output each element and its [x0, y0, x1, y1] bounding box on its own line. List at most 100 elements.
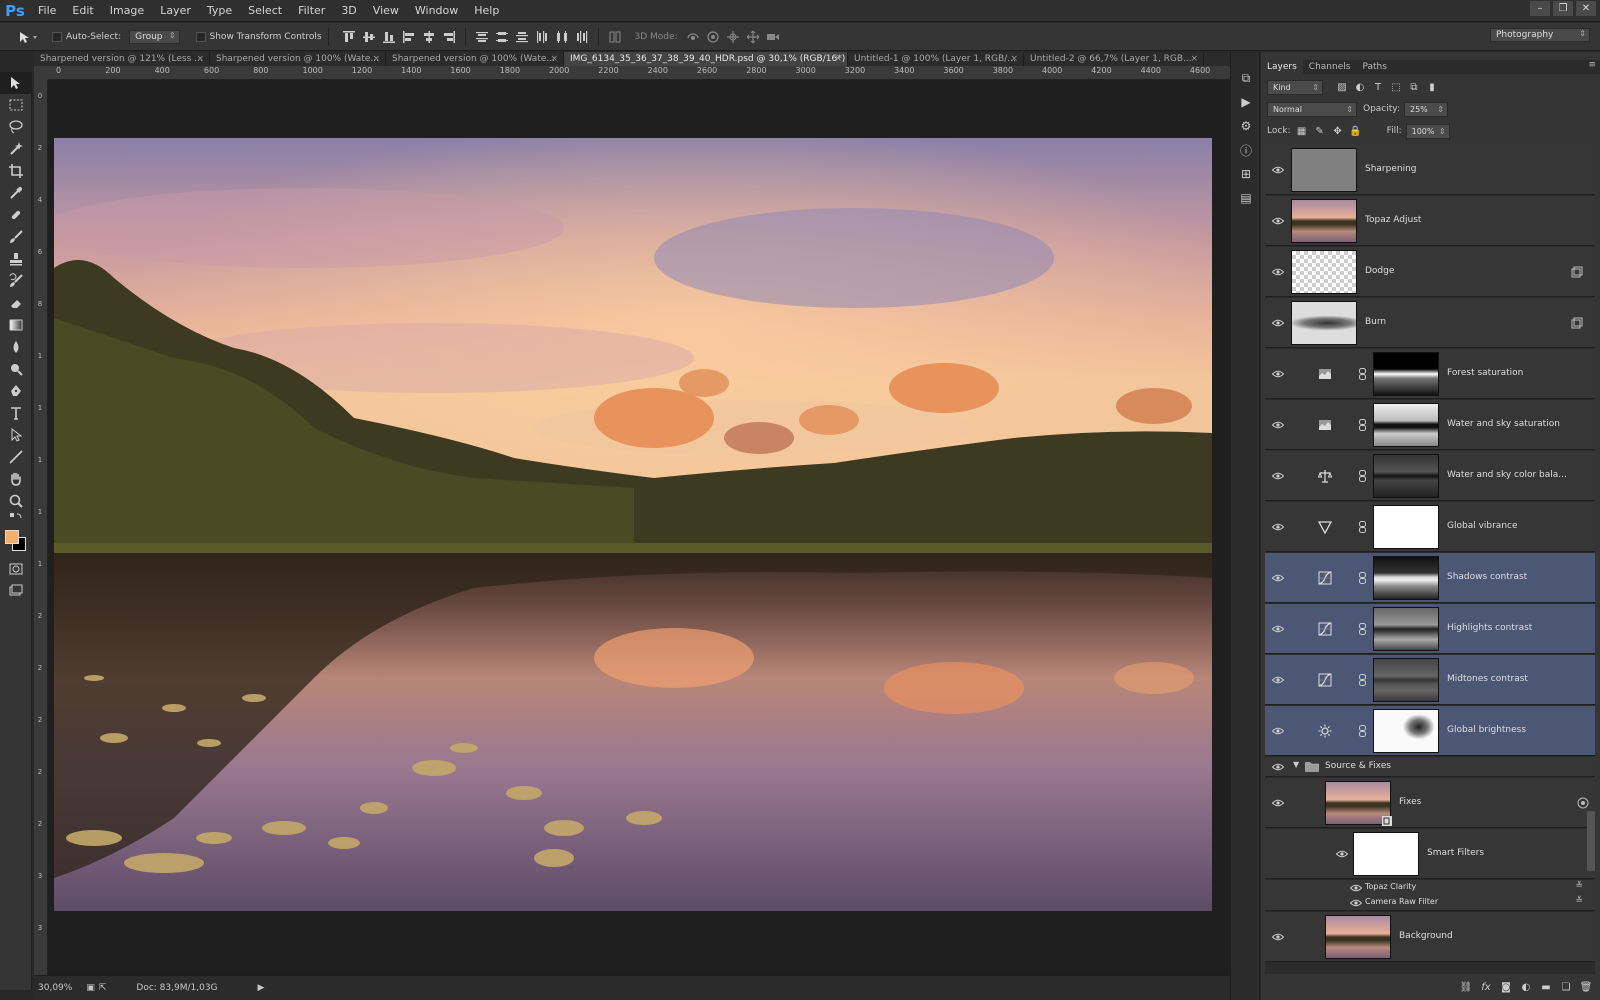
doc-tab[interactable]: Untitled-2 @ 66,7% (Layer 1, RGB... × — [1024, 52, 1204, 66]
status-menu-arrow-icon[interactable]: ▶ — [258, 983, 265, 993]
menu-edit[interactable]: Edit — [64, 0, 101, 22]
status-icon[interactable]: ▣ — [86, 983, 95, 993]
close-tab-icon[interactable]: × — [372, 52, 380, 66]
visibility-eye-icon[interactable] — [1271, 316, 1285, 330]
mask-link-icon[interactable] — [1357, 469, 1367, 483]
distribute-right-icon[interactable] — [575, 30, 589, 44]
align-top-icon[interactable] — [342, 30, 356, 44]
visibility-eye-icon[interactable] — [1271, 622, 1285, 636]
layer-row[interactable]: Background — [1265, 912, 1595, 962]
distribute-left-icon[interactable] — [535, 30, 549, 44]
delete-layer-icon[interactable]: 🗑 — [1580, 981, 1593, 993]
move-tool-preset[interactable] — [18, 30, 40, 44]
layers-scrollbar[interactable] — [1587, 811, 1595, 871]
3d-drag-icon[interactable] — [726, 30, 740, 44]
filter-smart-object-icon[interactable]: ⧉ — [1407, 80, 1421, 94]
properties-icon[interactable]: ⚙ — [1231, 114, 1261, 138]
layer-name[interactable]: Global vibrance — [1447, 521, 1518, 531]
mask-link-icon[interactable] — [1357, 724, 1367, 738]
distribute-hcenter-icon[interactable] — [555, 30, 569, 44]
3d-scale-icon[interactable] — [766, 30, 780, 44]
lock-image-icon[interactable]: ✎ — [1313, 124, 1327, 138]
filter-options-icon[interactable]: ≚ — [1575, 896, 1583, 906]
actions-play-icon[interactable]: ▶ — [1231, 90, 1261, 114]
history-icon[interactable]: ⧉ — [1231, 66, 1261, 90]
vertical-ruler[interactable]: 0 2 4 6 8 1 1 1 1 1 2 2 2 2 2 3 3 — [34, 80, 48, 975]
layer-name[interactable]: Midtones contrast — [1447, 674, 1528, 684]
doc-tab-active[interactable]: IMG_6134_35_36_37_38_39_40_HDR.psd @ 30,… — [564, 52, 848, 66]
menu-layer[interactable]: Layer — [152, 0, 199, 22]
lock-all-icon[interactable]: 🔒 — [1349, 124, 1363, 138]
mask-link-icon[interactable] — [1357, 418, 1367, 432]
group-name[interactable]: Source & Fixes — [1325, 761, 1391, 771]
layer-name[interactable]: Water and sky saturation — [1447, 419, 1560, 429]
filter-adjustment-icon[interactable]: ◐ — [1353, 80, 1367, 94]
opacity-input[interactable]: 25% — [1404, 101, 1448, 117]
smart-filter-name[interactable]: Camera Raw Filter — [1365, 897, 1438, 906]
layer-row[interactable]: Water and sky saturation — [1265, 400, 1595, 450]
brush-tool[interactable] — [0, 226, 32, 248]
layer-row[interactable]: Water and sky color bala... — [1265, 451, 1595, 501]
align-right-icon[interactable] — [442, 30, 456, 44]
new-adjustment-layer-icon[interactable]: ◐ — [1520, 981, 1532, 993]
layer-name[interactable]: Background — [1399, 931, 1453, 941]
blur-tool[interactable] — [0, 336, 32, 358]
lasso-tool[interactable] — [0, 116, 32, 138]
transform-controls-option[interactable]: Show Transform Controls — [195, 31, 322, 42]
smart-filter-name[interactable]: Topaz Clarity — [1365, 882, 1416, 891]
new-group-icon[interactable]: ▬ — [1540, 981, 1552, 993]
visibility-eye-icon[interactable] — [1271, 265, 1285, 279]
lock-position-icon[interactable]: ✥ — [1331, 124, 1345, 138]
marquee-tool[interactable] — [0, 94, 32, 116]
mask-link-icon[interactable] — [1357, 622, 1367, 636]
auto-align-icon[interactable] — [608, 30, 622, 44]
history-brush-tool[interactable] — [0, 270, 32, 292]
layer-row[interactable]: Burn — [1265, 298, 1595, 348]
menu-file[interactable]: File — [30, 0, 64, 22]
menu-3d[interactable]: 3D — [333, 0, 364, 22]
visibility-eye-icon[interactable] — [1271, 571, 1285, 585]
mask-link-icon[interactable] — [1357, 520, 1367, 534]
lock-transparent-icon[interactable]: ▦ — [1295, 124, 1309, 138]
close-tab-icon[interactable]: × — [196, 52, 204, 66]
layer-name[interactable]: Dodge — [1365, 266, 1394, 276]
close-tab-icon[interactable]: × — [1010, 52, 1018, 66]
zoom-level[interactable]: 30,09% — [38, 983, 72, 993]
layer-row-selected[interactable]: Highlights contrast — [1265, 604, 1595, 654]
layer-group-row[interactable]: ▼ Source & Fixes — [1265, 757, 1595, 777]
3d-rotate-icon[interactable] — [686, 30, 700, 44]
auto-select-option[interactable]: Auto-Select: — [52, 31, 121, 42]
layers-list[interactable]: Sharpening Topaz Adjust Dodge Burn Fores… — [1265, 145, 1595, 995]
eraser-tool[interactable] — [0, 292, 32, 314]
filter-shape-icon[interactable]: ⬚ — [1389, 80, 1403, 94]
tab-layers[interactable]: Layers — [1261, 60, 1303, 74]
filter-kind-dropdown[interactable]: Kind — [1267, 79, 1323, 95]
group-expand-arrow-icon[interactable]: ▼ — [1293, 760, 1299, 769]
layer-name[interactable]: Highlights contrast — [1447, 623, 1532, 633]
link-layers-icon[interactable]: ⛓ — [1460, 981, 1473, 993]
zoom-tool[interactable] — [0, 490, 32, 512]
hand-tool[interactable] — [0, 468, 32, 490]
horizontal-ruler[interactable]: 0 200 400 600 800 1000 1200 1400 1600 1800 2000 220… — [48, 66, 1230, 80]
filter-toggle-icon[interactable]: ▮ — [1425, 80, 1439, 94]
visibility-eye-icon[interactable] — [1271, 163, 1285, 177]
menu-image[interactable]: Image — [102, 0, 152, 22]
3d-slide-icon[interactable] — [746, 30, 760, 44]
doc-tab[interactable]: Sharpened version @ 100% (Wate... × — [210, 52, 386, 66]
smart-filters-row[interactable]: Smart Filters — [1265, 829, 1595, 879]
visibility-eye-icon[interactable] — [1271, 930, 1285, 944]
quick-mask-tool[interactable] — [0, 558, 32, 580]
info-icon[interactable]: ⓘ — [1231, 138, 1261, 162]
mask-link-icon[interactable] — [1357, 367, 1367, 381]
align-bottom-icon[interactable] — [382, 30, 396, 44]
visibility-eye-icon[interactable] — [1271, 724, 1285, 738]
blend-mode-dropdown[interactable]: Normal — [1267, 101, 1357, 117]
menu-select[interactable]: Select — [240, 0, 290, 22]
smart-filters-label[interactable]: Smart Filters — [1427, 848, 1484, 858]
visibility-eye-icon[interactable] — [1335, 847, 1349, 861]
gradient-tool[interactable] — [0, 314, 32, 336]
auto-select-checkbox[interactable] — [52, 31, 62, 42]
menu-help[interactable]: Help — [466, 0, 507, 22]
smart-filter-item[interactable]: Topaz Clarity ≚ — [1265, 880, 1595, 895]
layer-name[interactable]: Fixes — [1399, 797, 1421, 807]
